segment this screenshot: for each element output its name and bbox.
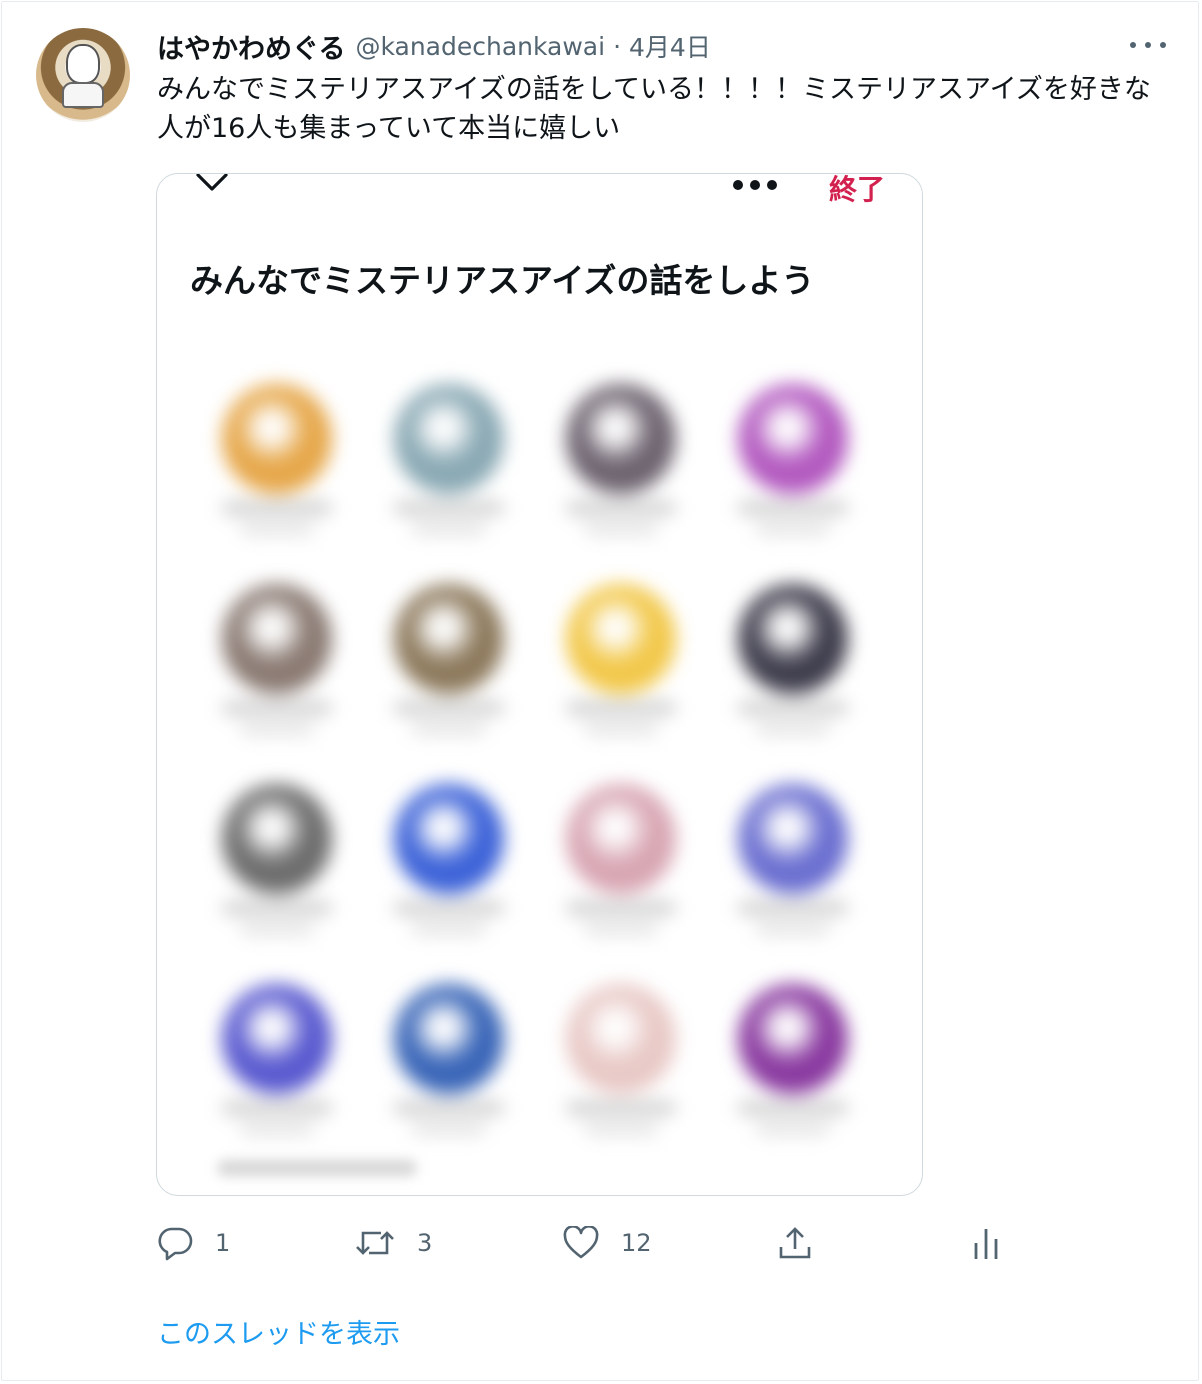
participant-avatar — [566, 584, 676, 694]
participant[interactable] — [202, 774, 352, 964]
participant-name-blur — [566, 902, 676, 914]
participant[interactable] — [718, 774, 868, 964]
participant[interactable] — [374, 374, 524, 564]
like-count: 12 — [621, 1229, 652, 1257]
like-icon — [563, 1226, 599, 1259]
chevron-down-icon[interactable] — [195, 173, 229, 196]
participant[interactable] — [718, 574, 868, 764]
share-icon — [779, 1227, 811, 1259]
participant[interactable] — [718, 374, 868, 564]
participant[interactable] — [374, 774, 524, 964]
participant-role-blur — [412, 1124, 486, 1134]
participant-name-blur — [222, 702, 332, 714]
participant[interactable] — [202, 574, 352, 764]
participant-avatar — [394, 384, 504, 494]
action-bar: 1 3 12 — [157, 1218, 1017, 1268]
participant-avatar — [222, 784, 332, 894]
participant-name-blur — [394, 1102, 504, 1114]
avatar-face-shape — [66, 44, 100, 84]
participant-role-blur — [756, 924, 830, 934]
participant-name-blur — [738, 1102, 848, 1114]
reply-count: 1 — [215, 1229, 231, 1257]
participant-avatar — [222, 584, 332, 694]
participant-role-blur — [756, 724, 830, 734]
avatar-body-shape — [62, 82, 104, 108]
participant-avatar — [222, 384, 332, 494]
like-button[interactable]: 12 — [563, 1218, 652, 1268]
participant-name-blur — [566, 502, 676, 514]
participant[interactable] — [202, 974, 352, 1164]
participant-role-blur — [412, 724, 486, 734]
participant-avatar — [394, 584, 504, 694]
participant-role-blur — [584, 1124, 658, 1134]
participant-role-blur — [240, 524, 314, 534]
participant-role-blur — [240, 924, 314, 934]
participant[interactable] — [718, 974, 868, 1164]
participant-role-blur — [240, 1124, 314, 1134]
header-separator: · — [613, 31, 622, 61]
participant-name-blur — [394, 502, 504, 514]
participant-role-blur — [412, 524, 486, 534]
participant[interactable] — [546, 574, 696, 764]
show-thread-link[interactable]: このスレッドを表示 — [157, 1312, 400, 1351]
participants-grid — [202, 374, 892, 1194]
tweet-date[interactable]: 4月4日 — [629, 28, 711, 64]
participant[interactable] — [202, 374, 352, 564]
participant-avatar — [738, 984, 848, 1094]
participant[interactable] — [546, 974, 696, 1164]
share-button[interactable] — [777, 1218, 813, 1268]
participant-name-blur — [738, 902, 848, 914]
tweet-header: はやかわめぐる @kanadechankawai · 4月4日 — [157, 24, 711, 68]
analytics-icon — [974, 1229, 998, 1259]
participant[interactable] — [546, 774, 696, 964]
more-icon[interactable] — [1130, 30, 1166, 60]
participant-role-blur — [584, 524, 658, 534]
end-label[interactable]: 終了 — [829, 174, 885, 208]
spaces-card[interactable]: 終了 みんなでミステリアスアイズの話をしよう — [156, 173, 923, 1196]
participant-role-blur — [412, 924, 486, 934]
participant-name-blur — [566, 702, 676, 714]
participant-name-blur — [566, 1102, 676, 1114]
participant-name-blur — [394, 902, 504, 914]
avatar[interactable] — [36, 28, 130, 122]
participant-avatar — [222, 984, 332, 1094]
participant-role-blur — [240, 724, 314, 734]
space-title: みんなでミステリアスアイズの話をしよう — [190, 261, 815, 300]
participant-avatar — [394, 784, 504, 894]
retweet-count: 3 — [417, 1229, 433, 1257]
participant-role-blur — [756, 1124, 830, 1134]
card-more-icon[interactable] — [733, 180, 777, 190]
participant-avatar — [738, 584, 848, 694]
participant-avatar — [566, 784, 676, 894]
participant-name-blur — [394, 702, 504, 714]
participant-avatar — [566, 984, 676, 1094]
retweet-icon — [356, 1231, 394, 1255]
analytics-button[interactable] — [971, 1218, 1001, 1268]
participant-avatar — [566, 384, 676, 494]
participant-role-blur — [756, 524, 830, 534]
participant-role-blur — [584, 924, 658, 934]
reply-button[interactable]: 1 — [157, 1218, 230, 1268]
participant-name-blur — [222, 902, 332, 914]
tweet-text: みんなでミステリアスアイズの話をしている！！！！ミステリアスアイズを好きな人が1… — [157, 74, 1151, 144]
participant[interactable] — [374, 974, 524, 1164]
participant-name-blur — [222, 1102, 332, 1114]
card-footer-blur — [217, 1160, 417, 1176]
participant-avatar — [394, 984, 504, 1094]
participant[interactable] — [546, 374, 696, 564]
participant-name-blur — [738, 702, 848, 714]
author-handle[interactable]: @kanadechankawai — [355, 32, 605, 61]
participant-role-blur — [584, 724, 658, 734]
retweet-button[interactable]: 3 — [355, 1218, 432, 1268]
participant-avatar — [738, 384, 848, 494]
participant-avatar — [738, 784, 848, 894]
author-name[interactable]: はやかわめぐる — [157, 27, 345, 66]
participant[interactable] — [374, 574, 524, 764]
participant-name-blur — [738, 502, 848, 514]
reply-icon — [158, 1227, 193, 1261]
participant-name-blur — [222, 502, 332, 514]
